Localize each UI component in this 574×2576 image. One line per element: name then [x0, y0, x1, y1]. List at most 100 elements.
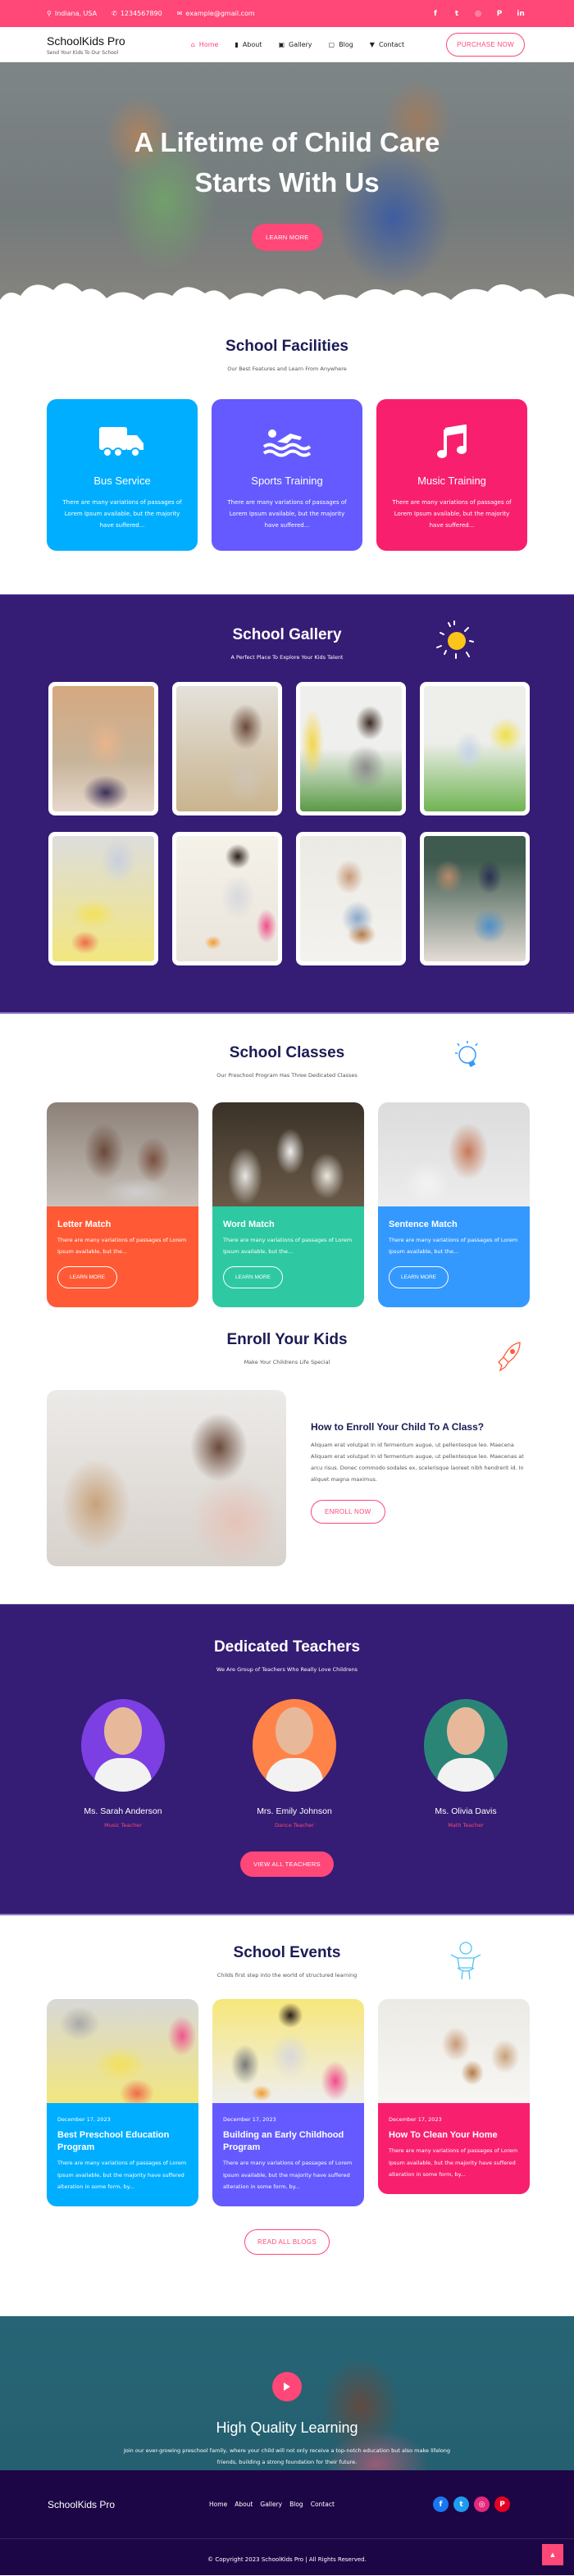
music-note-icon [376, 425, 527, 458]
sun-icon [436, 620, 474, 659]
gallery-grid [33, 682, 541, 965]
teacher-role: Dance Teacher [275, 1822, 314, 1829]
enroll-image [47, 1390, 286, 1566]
teacher-role: Math Teacher [448, 1822, 484, 1829]
footer-link-contact[interactable]: Contact [311, 2501, 335, 2508]
event-card[interactable]: December 17, 2023 Building an Early Chil… [212, 1999, 364, 2206]
event-date: December 17, 2023 [223, 2116, 276, 2123]
gallery-item[interactable] [172, 682, 282, 816]
gallery-image[interactable] [176, 686, 278, 811]
instagram-icon[interactable]: ◎ [474, 2496, 490, 2512]
class-title: Letter Match [57, 1220, 112, 1229]
class-card-letter-match: Letter Match There are many variations o… [47, 1102, 198, 1307]
teacher-card[interactable]: Ms. Sarah Anderson Music Teacher [74, 1699, 172, 1829]
phone-icon: ✆ [112, 10, 117, 17]
play-video-button[interactable] [272, 2372, 302, 2401]
footer-link-home[interactable]: Home [209, 2501, 227, 2508]
event-card[interactable]: December 17, 2023 Best Preschool Educati… [47, 1999, 198, 2206]
play-icon [284, 2383, 290, 2391]
class-title: Sentence Match [389, 1220, 458, 1229]
teacher-name: Ms. Olivia Davis [435, 1806, 497, 1816]
gallery-image[interactable] [176, 836, 278, 961]
footer-link-about[interactable]: About [235, 2501, 253, 2508]
hero-learn-more-button[interactable]: LEARN MORE [252, 224, 323, 251]
event-text: There are many variations of passages of… [389, 2147, 518, 2178]
linkedin-icon[interactable]: in [517, 10, 525, 18]
gallery-image[interactable] [424, 686, 526, 811]
classes-subtitle: Our Preschool Program Has Three Dedicate… [216, 1072, 358, 1079]
gallery-item[interactable] [420, 832, 530, 965]
read-all-blogs-button[interactable]: READ ALL BLOGS [244, 2228, 330, 2255]
event-card[interactable]: December 17, 2023 How To Clean Your Home… [378, 1999, 530, 2194]
facebook-icon[interactable]: f [433, 2496, 449, 2512]
teacher-avatar [253, 1699, 336, 1792]
class-learn-more-button[interactable]: LEARN MORE [389, 1266, 449, 1288]
copyright: © Copyright 2023 SchoolKids Pro | All Ri… [207, 2556, 367, 2563]
footer-link-blog[interactable]: Blog [289, 2501, 303, 2508]
nav-item-home[interactable]: ⌂ Home [191, 41, 219, 48]
nav-item-gallery[interactable]: ▣ Gallery [278, 41, 312, 48]
gallery-item[interactable] [420, 682, 530, 816]
facilities-section: School Facilities Our Best Features and … [0, 316, 574, 594]
instagram-icon[interactable]: ◎ [474, 10, 482, 18]
main-nav: SchoolKids Pro Send Your Kids To Our Sch… [0, 27, 574, 62]
facility-text: There are many variations of passages of… [227, 499, 347, 529]
gallery-image[interactable] [424, 836, 526, 961]
event-date: December 17, 2023 [57, 2116, 111, 2123]
gallery-item[interactable] [296, 832, 406, 965]
pinterest-icon[interactable]: P [494, 2496, 510, 2512]
brand-tagline: Send Your Kids To Our School [47, 49, 119, 56]
enroll-title: Enroll Your Kids [226, 1331, 348, 1348]
email-info[interactable]: ✉ example@gmail.com [177, 10, 255, 17]
twitter-icon[interactable]: t [453, 2496, 469, 2512]
enroll-section: Enroll Your Kids Make Your Childrens Lif… [0, 1311, 574, 1604]
gallery-image[interactable] [52, 686, 154, 811]
footer-link-gallery[interactable]: Gallery [260, 2501, 282, 2508]
gallery-image[interactable] [300, 686, 402, 811]
footer-brand[interactable]: SchoolKids Pro [48, 2499, 115, 2510]
class-learn-more-button[interactable]: LEARN MORE [223, 1266, 283, 1288]
facility-card-music[interactable]: Music Training There are many variations… [376, 399, 527, 551]
teachers-section: Dedicated Teachers We Are Group of Teach… [0, 1604, 574, 1915]
facebook-icon[interactable]: f [431, 10, 440, 18]
gallery-image[interactable] [52, 836, 154, 961]
video-banner: High Quality Learning Join our ever-grow… [0, 2316, 574, 2470]
class-learn-more-button[interactable]: LEARN MORE [57, 1266, 117, 1288]
doll-icon [450, 1942, 481, 1980]
gallery-item[interactable] [296, 682, 406, 816]
teacher-card[interactable]: Ms. Olivia Davis Math Teacher [417, 1699, 515, 1829]
phone-info[interactable]: ✆ 1234567890 [112, 10, 162, 17]
enroll-now-button[interactable]: ENROLL NOW [311, 1500, 385, 1524]
teacher-card[interactable]: Mrs. Emily Johnson Dance Teacher [245, 1699, 344, 1829]
gallery-item[interactable] [48, 832, 158, 965]
teachers-title: Dedicated Teachers [213, 1638, 361, 1656]
facility-card-bus[interactable]: Bus Service There are many variations of… [47, 399, 198, 551]
facility-card-sports[interactable]: Sports Training There are many variation… [212, 399, 362, 551]
pinterest-icon[interactable]: P [495, 10, 503, 18]
purchase-now-button[interactable]: PURCHASE NOW [446, 33, 525, 57]
gallery-item[interactable] [48, 682, 158, 816]
arrow-up-icon: ▲ [550, 2551, 555, 2558]
nav-item-contact[interactable]: ▼ Contact [370, 41, 404, 48]
event-title[interactable]: Best Preschool Education Program [57, 2129, 188, 2154]
image-icon: ▣ [278, 41, 285, 48]
event-title[interactable]: How To Clean Your Home [389, 2129, 519, 2142]
gallery-image[interactable] [300, 836, 402, 961]
rocket-icon [498, 1342, 521, 1372]
view-all-teachers-button[interactable]: VIEW ALL TEACHERS [240, 1851, 334, 1877]
brand-title[interactable]: SchoolKids Pro [47, 34, 125, 48]
facility-title: Music Training [417, 475, 486, 487]
gallery-item[interactable] [172, 832, 282, 965]
enroll-subtitle: Make Your Childrens Life Special [244, 1359, 330, 1365]
banner-text: Join our ever-growing preschool family, … [123, 2447, 451, 2465]
scroll-to-top-button[interactable]: ▲ [542, 2544, 563, 2565]
brand[interactable]: SchoolKids Pro Send Your Kids To Our Sch… [47, 34, 125, 56]
event-image [212, 1999, 364, 2103]
nav-item-about[interactable]: ▮ About [235, 41, 262, 48]
twitter-icon[interactable]: t [453, 10, 461, 18]
facility-text: There are many variations of passages of… [392, 499, 512, 529]
class-text: There are many variations of passages of… [57, 1237, 187, 1255]
teacher-name: Ms. Sarah Anderson [84, 1806, 162, 1816]
nav-item-blog[interactable]: ▢ Blog [329, 41, 353, 48]
event-title[interactable]: Building an Early Childhood Program [223, 2129, 353, 2154]
